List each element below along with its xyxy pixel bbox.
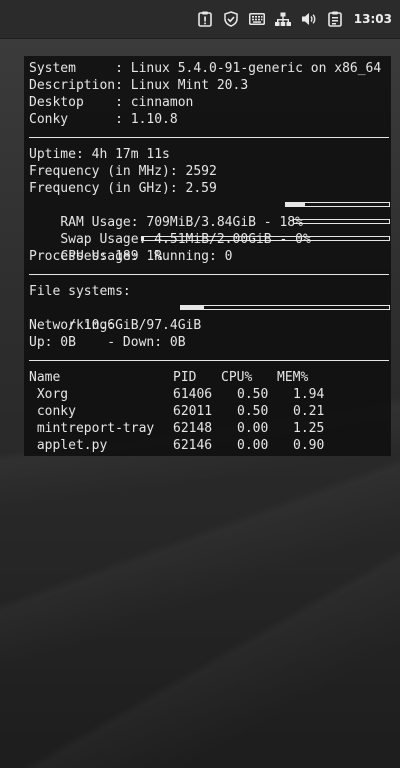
process-name: mintreport-tray [29,421,155,436]
root-filesystem-bar [180,305,390,310]
process-table-header: Name PID CPU% MEM% [29,369,391,386]
separator [29,274,389,275]
separator [29,360,389,361]
process-pid: 62148 [173,421,213,436]
volume-icon[interactable] [296,0,322,38]
header-cpu: CPU% [221,370,253,385]
header-mem: MEM% [277,370,309,385]
filesystems-title: File systems: [29,284,131,299]
description-label: Description: [29,78,123,93]
conky-version-row: Conky : 1.10.8 [29,111,391,128]
processes-row: Processes: 189 Running: 0 [29,249,233,264]
process-mem: 1.25 [293,421,325,436]
top-panel: 13:03 [0,0,400,39]
swap-usage-bar [293,219,390,224]
process-mem: 1.94 [293,387,325,402]
process-pid: 62146 [173,438,213,453]
desktop-label: Desktop : [29,95,123,110]
process-name: applet.py [29,438,108,453]
process-cpu: 0.00 [237,421,269,436]
desktop-row: Desktop : cinnamon [29,94,391,111]
system-row: System : Linux 5.4.0-91-generic on x86_6… [29,60,391,77]
ram-usage-bar-fill [286,203,305,206]
cpu-usage-bar-fill [142,237,145,240]
network-traffic-row: Up: 0B - Down: 0B [29,335,186,350]
frequency-mhz-row: Frequency (in MHz): 2592 [29,164,217,179]
ram-usage-row: RAM Usage: 709MiB/3.84GiB - 18% [29,197,391,230]
process-row: conky 62011 0.50 0.21 [29,403,391,420]
process-mem: 0.21 [293,404,325,419]
description-row: Description: Linux Mint 20.3 [29,77,391,94]
network-icon[interactable] [270,0,296,38]
root-filesystem-bar-fill [181,306,204,309]
process-row: Xorg 61406 0.50 1.94 [29,386,391,403]
root-filesystem-row: / 10.6GiB/97.4GiB [29,300,391,333]
description-value: Linux Mint 20.3 [130,78,249,93]
process-row: mintreport-tray 62148 0.00 1.25 [29,420,391,437]
frequency-ghz-row: Frequency (in GHz): 2.59 [29,181,217,196]
keyboard-icon[interactable] [244,0,270,38]
conky-widget: System : Linux 5.4.0-91-generic on x86_6… [24,56,391,456]
process-cpu: 0.50 [237,387,269,402]
process-mem: 0.90 [293,438,325,453]
system-value: Linux 5.4.0-91-generic on x86_64 [130,61,382,76]
ram-usage-bar [285,202,390,207]
process-name: conky [29,404,76,419]
conky-value: 1.10.8 [130,112,178,127]
cpu-usage-bar [141,236,390,241]
swap-usage-row: Swap Usage: 4.51MiB/2.00GiB - 0% [29,214,391,247]
uptime-row: Uptime: 4h 17m 11s [29,147,170,162]
desktop-value: cinnamon [130,95,194,110]
system-tray: 13:03 [192,0,394,38]
process-pid: 62011 [173,404,213,419]
process-cpu: 0.00 [237,438,269,453]
process-row: applet.py 62146 0.00 0.90 [29,437,391,454]
process-pid: 61406 [173,387,213,402]
separator [29,137,389,138]
header-name: Name [29,370,61,385]
clock[interactable]: 13:03 [354,12,394,26]
process-name: Xorg [29,387,69,402]
cpu-usage-row: CPU Usage: 1% [29,231,391,264]
process-cpu: 0.50 [237,404,269,419]
system-label: System : [29,61,123,76]
networking-title: Networking: [29,318,116,333]
shield-icon[interactable] [218,0,244,38]
header-pid: PID [173,370,197,385]
conky-label: Conky : [29,112,123,127]
update-manager-icon[interactable] [192,0,218,38]
clipboard-icon[interactable] [322,0,348,38]
